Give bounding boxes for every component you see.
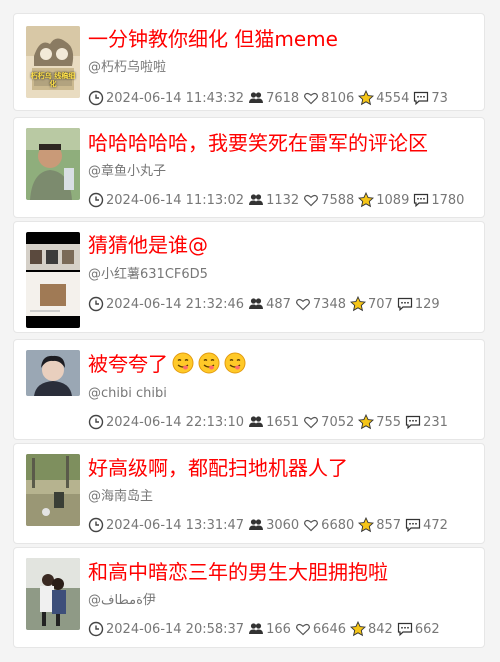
heart-icon[interactable] [303, 90, 319, 106]
post-plays: 166 [266, 621, 291, 637]
post-likes: 7588 [321, 192, 355, 208]
post-card[interactable]: 朽朽乌 线稿细化 一分钟教你细化 但猫meme @朽朽乌啦啦 2024-06-1… [13, 13, 485, 111]
post-thumbnail[interactable]: 朽朽乌 线稿细化 [26, 26, 80, 98]
post-comments: 231 [423, 414, 448, 430]
post-card[interactable]: 猜猜他是谁@ @小红薯631CF6D5 2024-06-14 21:32:46 … [13, 221, 485, 333]
post-feed: 朽朽乌 线稿细化 一分钟教你细化 但猫meme @朽朽乌啦啦 2024-06-1… [0, 0, 500, 662]
star-icon[interactable] [358, 414, 375, 430]
thumbnail-caption: 朽朽乌 线稿细化 [30, 72, 76, 88]
post-meta: 2024-06-14 13:31:47 3060 6680 857 472 [88, 516, 478, 534]
post-favorites: 755 [376, 414, 402, 430]
post-author[interactable]: @朽朽乌啦啦 [88, 59, 474, 77]
post-comments: 73 [431, 90, 448, 106]
post-favorites: 857 [376, 517, 402, 533]
yum-face-icon [172, 352, 194, 374]
yum-face-icon [224, 352, 246, 374]
post-likes: 8106 [321, 90, 355, 106]
post-plays: 3060 [266, 517, 300, 533]
post-timestamp: 2024-06-14 13:31:47 [106, 517, 245, 533]
comment-icon[interactable] [413, 90, 429, 106]
post-likes: 7052 [321, 414, 355, 430]
post-timestamp: 2024-06-14 11:13:02 [106, 192, 245, 208]
post-title[interactable]: 哈哈哈哈哈，我要笑死在雷军的评论区 [88, 130, 474, 156]
post-timestamp: 2024-06-14 21:32:46 [106, 296, 245, 312]
post-favorites: 707 [368, 296, 393, 312]
viewers-icon [248, 90, 264, 106]
post-card[interactable]: 哈哈哈哈哈，我要笑死在雷军的评论区 @章鱼小丸子 2024-06-14 11:1… [13, 117, 485, 218]
post-thumbnail[interactable] [26, 350, 80, 396]
post-title[interactable]: 猜猜他是谁@ [88, 232, 474, 258]
viewers-icon [248, 517, 264, 533]
heart-icon[interactable] [303, 192, 319, 208]
clock-icon [88, 621, 104, 637]
post-card[interactable]: 被夸夸了 @chibi chibi 2024-06-14 22:13:10 16… [13, 339, 485, 440]
post-comments: 662 [414, 621, 440, 637]
comment-icon[interactable] [397, 296, 413, 312]
post-title[interactable]: 一分钟教你细化 但猫meme [88, 26, 474, 52]
heart-icon[interactable] [295, 296, 311, 312]
comment-icon[interactable] [397, 621, 413, 637]
post-likes: 6680 [321, 517, 355, 533]
post-meta: 2024-06-14 11:43:32 7618 8106 4554 73 [88, 89, 478, 107]
clock-icon [88, 517, 104, 533]
post-author[interactable]: @海南岛主 [88, 488, 474, 506]
post-card[interactable]: 和高中暗恋三年的男生大胆拥抱啦 @ةمطاف伊 2024-06-14 20:58… [13, 547, 485, 648]
post-plays: 1132 [266, 192, 300, 208]
star-icon[interactable] [350, 296, 366, 312]
post-favorites: 4554 [376, 90, 410, 106]
post-thumbnail[interactable] [26, 232, 80, 328]
clock-icon [88, 414, 104, 430]
post-meta: 2024-06-14 11:13:02 1132 7588 1089 1780 [88, 191, 478, 209]
post-thumbnail[interactable] [26, 128, 80, 200]
post-author[interactable]: @chibi chibi [88, 385, 474, 403]
viewers-icon [248, 414, 264, 430]
yum-face-icon [198, 352, 220, 374]
comment-icon[interactable] [405, 517, 421, 533]
heart-icon[interactable] [303, 414, 319, 430]
post-title-text: 被夸夸了 [88, 352, 168, 376]
clock-icon [88, 192, 104, 208]
star-icon[interactable] [358, 192, 375, 208]
post-plays: 1651 [266, 414, 300, 430]
viewers-icon [248, 296, 264, 312]
post-title[interactable]: 被夸夸了 [88, 351, 474, 377]
post-author[interactable]: @ةمطاف伊 [88, 592, 474, 610]
post-likes: 6646 [312, 621, 346, 637]
star-icon[interactable] [350, 621, 366, 637]
post-thumbnail[interactable] [26, 558, 80, 630]
post-timestamp: 2024-06-14 22:13:10 [106, 414, 245, 430]
star-icon[interactable] [358, 517, 375, 533]
post-likes: 7348 [312, 296, 346, 312]
comment-icon[interactable] [405, 414, 421, 430]
star-icon[interactable] [358, 90, 375, 106]
post-thumbnail[interactable] [26, 454, 80, 526]
post-comments: 472 [423, 517, 448, 533]
viewers-icon [248, 621, 264, 637]
post-timestamp: 2024-06-14 20:58:37 [106, 621, 245, 637]
post-meta: 2024-06-14 22:13:10 1651 7052 755 231 [88, 413, 478, 431]
clock-icon [88, 90, 104, 106]
post-title[interactable]: 好高级啊，都配扫地机器人了 [88, 455, 474, 481]
post-favorites: 1089 [376, 192, 410, 208]
post-title[interactable]: 和高中暗恋三年的男生大胆拥抱啦 [88, 559, 474, 585]
heart-icon[interactable] [303, 517, 319, 533]
clock-icon [88, 296, 104, 312]
heart-icon[interactable] [295, 621, 311, 637]
post-meta: 2024-06-14 21:32:46 487 7348 707 129 [88, 295, 478, 313]
post-meta: 2024-06-14 20:58:37 166 6646 842 662 [88, 620, 478, 638]
post-favorites: 842 [368, 621, 393, 637]
post-author[interactable]: @小红薯631CF6D5 [88, 266, 474, 284]
post-plays: 7618 [266, 90, 300, 106]
post-timestamp: 2024-06-14 11:43:32 [106, 90, 245, 106]
comment-icon[interactable] [413, 192, 429, 208]
viewers-icon [248, 192, 264, 208]
post-comments: 1780 [431, 192, 465, 208]
post-plays: 487 [266, 296, 291, 312]
post-comments: 129 [414, 296, 440, 312]
post-card[interactable]: 好高级啊，都配扫地机器人了 @海南岛主 2024-06-14 13:31:47 … [13, 443, 485, 544]
post-author[interactable]: @章鱼小丸子 [88, 163, 474, 181]
